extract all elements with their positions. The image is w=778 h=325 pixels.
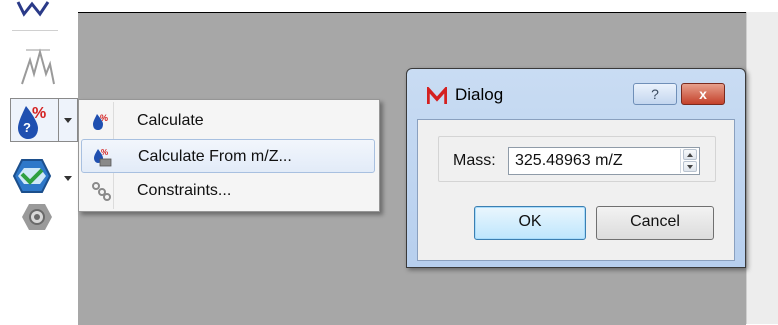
app-logo-icon [427,87,447,104]
structure-icon[interactable] [14,0,54,20]
svg-text:%: % [100,113,108,123]
left-toolbar: ? % [0,0,78,324]
menu-item-label: Calculate [137,112,204,129]
chevron-down-icon[interactable] [64,118,72,123]
mass-input[interactable] [508,147,700,175]
chevron-down-icon[interactable] [64,176,72,181]
spin-down-button[interactable] [683,161,697,172]
calculate-dropdown-menu: % Calculate % Calculate From m/Z... Cons… [78,99,380,212]
toolbar-divider [12,30,58,31]
constraints-icon [92,182,111,201]
constraints-dropdown-icon[interactable] [12,158,52,194]
menu-item-constraints[interactable]: Constraints... [81,174,375,208]
spectrum-icon[interactable] [20,44,56,86]
split-separator [58,98,59,142]
menu-item-calculate[interactable]: % Calculate [81,104,375,138]
svg-text:?: ? [23,120,31,135]
help-button[interactable]: ? [633,83,677,105]
calculate-icon: % [93,113,108,130]
calculate-from-mz-icon: % [94,148,112,167]
mass-stepper[interactable] [680,149,698,173]
cancel-button[interactable]: Cancel [596,206,714,240]
spin-up-button[interactable] [683,149,697,160]
menu-item-label: Constraints... [137,182,232,199]
mass-dialog: Dialog ? x Mass: OK Cancel [406,68,746,268]
menu-item-calculate-from-mz[interactable]: % Calculate From m/Z... [81,139,375,173]
right-panel-edge [746,12,778,324]
ok-button[interactable]: OK [474,206,586,240]
dialog-title: Dialog [455,85,504,104]
calculate-icon[interactable]: ? % [12,98,56,142]
svg-text:%: % [101,148,108,157]
menu-item-label: Calculate From m/Z... [138,148,292,165]
dialog-body: Mass: OK Cancel [417,119,735,261]
svg-text:%: % [32,105,46,122]
settings-icon[interactable] [20,202,54,232]
mass-label: Mass: [453,152,496,169]
close-button[interactable]: x [681,83,725,105]
